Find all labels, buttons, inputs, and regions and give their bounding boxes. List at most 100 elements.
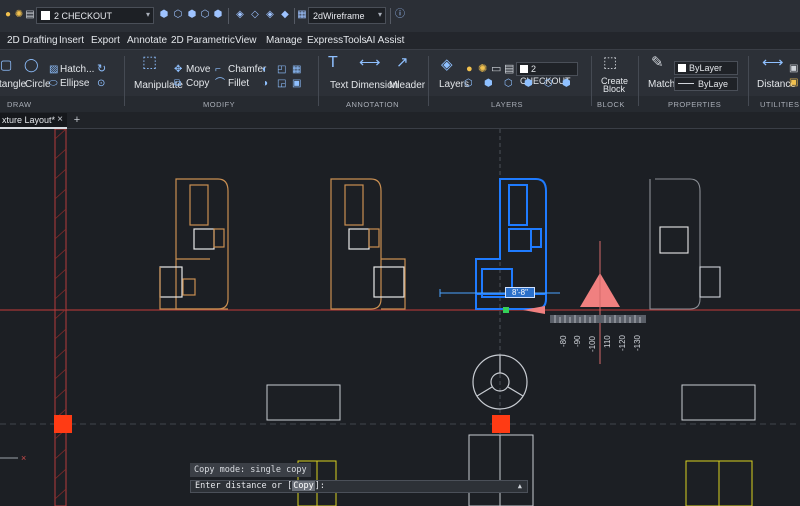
cube-alt-icon[interactable]: ◇ [249, 9, 261, 21]
scale-icon[interactable]: ◰ [277, 63, 286, 77]
mleader-icon[interactable]: ↗ [396, 55, 409, 74]
dimension-icon[interactable]: ⟷ [359, 55, 381, 74]
menu-2d-parametric[interactable]: 2D Parametric [171, 35, 235, 46]
menu-manage[interactable]: Manage [266, 35, 302, 46]
copy-button[interactable]: Copy [186, 78, 209, 89]
ribbon-layer-combo[interactable]: 2 CHECKOUT [516, 62, 578, 86]
offset-icon[interactable]: ▣ [292, 77, 301, 91]
annotation-panel-label[interactable]: ANNOTATION [346, 100, 399, 109]
layer-combo[interactable]: 2 CHECKOUT ▾ [36, 7, 154, 24]
cube-top-icon[interactable]: ◈ [264, 9, 276, 21]
create-block-line2[interactable]: Block [603, 84, 625, 94]
ellipse-icon[interactable]: ⬭ [49, 77, 58, 91]
menu-export[interactable]: Export [91, 35, 120, 46]
layer-prev-icon[interactable]: ⬢ [212, 9, 224, 21]
checkout-fixture[interactable] [649, 178, 721, 310]
mleader-button[interactable]: Mleader [389, 80, 425, 91]
block-panel-label[interactable]: BLOCK [597, 100, 625, 109]
menu-insert[interactable]: Insert [59, 35, 84, 46]
point-icon[interactable]: ⊙ [97, 77, 105, 91]
close-icon[interactable]: × [57, 114, 63, 125]
lock-icon[interactable]: ▭ [491, 62, 501, 76]
properties-panel-label[interactable]: PROPERTIES [668, 100, 721, 109]
linetype-combo[interactable]: ByLaye [674, 77, 738, 91]
create-block-icon[interactable]: ⬚ [603, 55, 617, 74]
distance-icon[interactable]: ⟷ [762, 55, 784, 74]
linetype-value: ByLaye [698, 79, 729, 89]
base-grip[interactable] [503, 307, 509, 313]
dynamic-distance-input[interactable]: 8'-8" [505, 287, 535, 298]
cube-icon[interactable]: ◈ [234, 9, 246, 21]
red-grip-marker[interactable] [492, 415, 510, 433]
utilities-panel-label[interactable]: UTILITIES [760, 100, 800, 109]
rotate-icon[interactable]: ↻ [97, 62, 106, 76]
mirror-icon[interactable]: ◐ [262, 63, 268, 77]
menu-annotate[interactable]: Annotate [127, 35, 167, 46]
menu-expresstools[interactable]: ExpressTools [307, 35, 366, 46]
hatch-icon[interactable]: ▨ [49, 63, 58, 77]
trim-icon[interactable]: ◑ [262, 77, 268, 91]
layer-iso-icon[interactable]: ⬡ [172, 9, 184, 21]
fillet-button[interactable]: Fillet [228, 78, 249, 89]
print-icon[interactable]: ▤ [24, 9, 36, 21]
layer-tool-icon[interactable]: ⬢ [158, 9, 170, 21]
layer-match-icon[interactable]: ⬡ [199, 9, 211, 21]
command-line[interactable]: Enter distance or [Copy]: ▲ [190, 480, 528, 493]
red-grip-marker[interactable] [54, 415, 72, 433]
command-prompt-pre: Enter distance or [ [195, 481, 293, 491]
layer-iso-icon[interactable]: ⬡ [504, 77, 513, 91]
match-button[interactable]: Match [648, 79, 675, 90]
help-icon[interactable]: ⓘ [394, 9, 406, 21]
menu-ai-assist[interactable]: AI Assist [366, 35, 404, 46]
menu-2d-drafting[interactable]: 2D Drafting [7, 35, 58, 46]
layer-prev-icon[interactable]: ⬢ [562, 77, 571, 91]
fillet-icon[interactable]: ⌒ [215, 77, 225, 91]
checkout-fixture[interactable] [159, 178, 229, 310]
layer-walk-icon[interactable]: ⬢ [186, 9, 198, 21]
drawing-canvas[interactable]: -80 -90 -100 110 -120 -130 × 8'-8" [0, 129, 800, 506]
command-history-toggle-icon[interactable]: ▲ [518, 481, 522, 492]
hatch-button[interactable]: Hatch... [60, 64, 94, 75]
layer-freeze-icon[interactable]: ⬢ [484, 77, 493, 91]
command-option-copy[interactable]: Copy [292, 481, 315, 491]
lightbulb-icon[interactable]: ● [466, 62, 473, 76]
explode-icon[interactable]: ◲ [277, 77, 286, 91]
chamfer-icon[interactable]: ⌐ [215, 63, 221, 77]
manipulate-icon[interactable]: ⬚ [142, 55, 157, 74]
table-outline[interactable] [266, 384, 341, 421]
visual-style-icon[interactable]: ▦ [296, 9, 308, 21]
layer-match-icon[interactable]: ⬡ [544, 77, 553, 91]
rectangle-icon[interactable]: ▢ [0, 58, 12, 72]
sun-icon[interactable]: ✺ [478, 62, 487, 76]
select-icon[interactable]: ▣ [789, 76, 798, 90]
layer-walk-icon[interactable]: ⬢ [524, 77, 533, 91]
visual-style-combo[interactable]: 2dWireframe ▾ [308, 7, 386, 24]
menu-view[interactable]: View [235, 35, 257, 46]
document-tab[interactable]: xture Layout* × [0, 113, 67, 129]
array-icon[interactable]: ▦ [292, 63, 301, 77]
stack-icon[interactable]: ◆ [279, 9, 291, 21]
color-combo[interactable]: ByLayer [674, 61, 738, 75]
chamfer-button[interactable]: Chamfer [228, 64, 266, 75]
modify-panel-label[interactable]: MODIFY [203, 100, 235, 109]
move-button[interactable]: Move [186, 64, 210, 75]
rectangle-button[interactable]: tangle [0, 79, 26, 90]
text-icon[interactable]: T [328, 55, 338, 74]
print-icon[interactable]: ▤ [504, 62, 514, 76]
checkout-fixture[interactable] [330, 178, 406, 310]
match-properties-icon[interactable]: ✎ [651, 55, 664, 74]
move-icon[interactable]: ✥ [174, 63, 182, 77]
draw-panel-label[interactable]: DRAW [7, 100, 32, 109]
layers-panel-label[interactable]: LAYERS [491, 100, 523, 109]
copy-icon[interactable]: ⧉ [174, 77, 181, 91]
table-outline[interactable] [681, 384, 756, 421]
layers-icon[interactable]: ◈ [441, 57, 453, 76]
text-button[interactable]: Text [330, 80, 348, 91]
new-tab-button[interactable]: + [70, 113, 84, 127]
ellipse-button[interactable]: Ellipse [60, 78, 89, 89]
layer-off-icon[interactable]: ⬡ [464, 77, 473, 91]
circle-button[interactable]: Circle [25, 79, 51, 90]
counter-outline[interactable] [468, 434, 534, 506]
id-point-icon[interactable]: ▣ [789, 62, 798, 76]
circle-icon[interactable]: ◯ [24, 58, 39, 72]
